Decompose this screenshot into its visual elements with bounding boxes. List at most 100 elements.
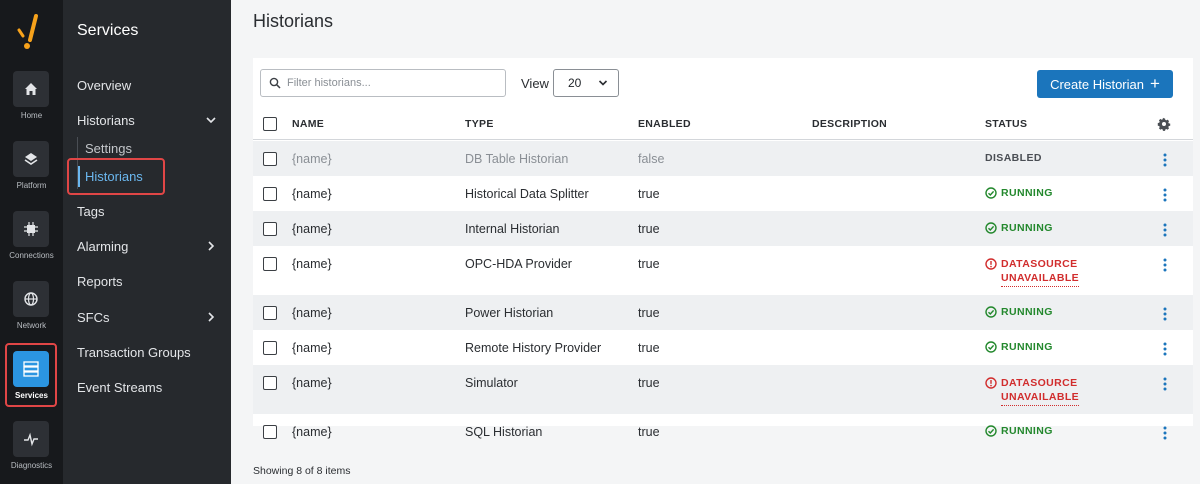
status-text-line: UNAVAILABLE [1001,272,1080,284]
nav-item-historians[interactable]: Historians [77,110,217,130]
rail-item-home[interactable]: Home [0,71,63,131]
globe-icon [13,281,49,317]
cell-enabled: true [638,187,660,201]
nav-label: Overview [77,77,132,93]
cell-enabled: true [638,376,660,390]
status-text-line: RUNNING [1001,222,1053,234]
create-historian-button[interactable]: Create Historian + [1037,70,1173,98]
column-header-type[interactable]: TYPE [465,118,494,130]
logo-icon [17,14,38,49]
status-text: RUNNING [1001,341,1053,353]
check-circle-icon [985,187,997,199]
table-row[interactable]: {name} Simulator true DATASOURCE UNAVAILABLE [253,365,1193,414]
column-header-description[interactable]: DESCRIPTION [812,118,887,130]
rail-item-platform[interactable]: Platform [0,141,63,201]
table-row[interactable]: {name} DB Table Historian false DISABLED [253,141,1193,176]
status-text: DISABLED [985,152,1042,164]
main-content: Historians View 20 Create Historian + NA… [231,0,1200,484]
table-row[interactable]: {name} Remote History Provider true RUNNING [253,330,1193,365]
status-badge: RUNNING [985,341,1053,353]
cell-name: {name} [292,187,332,201]
status-text-line: DATASOURCE [1001,377,1078,389]
status-badge: RUNNING [985,306,1053,318]
nav-item-overview[interactable]: Overview [77,75,217,95]
highlight-box [67,158,165,195]
check-circle-icon [985,425,997,437]
rail-label: Connections [9,251,54,260]
row-checkbox[interactable] [263,187,277,201]
more-options-icon[interactable] [1163,223,1167,237]
nav-item-transaction-groups[interactable]: Transaction Groups [77,342,217,362]
check-circle-icon [985,306,997,318]
row-checkbox[interactable] [263,222,277,236]
cell-type: Internal Historian [465,222,560,236]
layers-icon [13,141,49,177]
cell-name: {name} [292,306,332,320]
more-options-icon[interactable] [1163,342,1167,356]
nav-item-sfcs[interactable]: SFCs [77,307,217,327]
status-badge: RUNNING [985,222,1053,234]
row-checkbox[interactable] [263,341,277,355]
more-options-icon[interactable] [1163,188,1167,202]
nav-item-alarming[interactable]: Alarming [77,236,217,256]
rail-item-connections[interactable]: Connections [0,211,63,271]
sidenav-title: Services [77,22,139,39]
cell-type: Remote History Provider [465,341,602,355]
table-row[interactable]: {name} SQL Historian true RUNNING [253,414,1193,449]
table-row[interactable]: {name} OPC-HDA Provider true DATASOURCE UNAV… [253,246,1193,295]
chevron-right-icon [208,241,215,251]
search-icon [269,77,281,89]
cell-name: {name} [292,425,332,439]
chevron-down-icon [206,117,216,124]
pulse-icon [13,421,49,457]
page-size-select[interactable]: 20 [553,69,619,97]
more-options-icon[interactable] [1163,307,1167,321]
cell-type: SQL Historian [465,425,543,439]
rail-item-network[interactable]: Network [0,281,63,341]
filter-input[interactable] [287,77,497,89]
status-text-line: UNAVAILABLE [1001,391,1080,403]
column-header-name[interactable]: NAME [292,118,324,130]
cell-enabled: false [638,152,665,166]
table-row[interactable]: {name} Historical Data Splitter true RUNNIN… [253,176,1193,211]
table-row[interactable]: {name} Power Historian true RUNNING [253,295,1193,330]
row-checkbox[interactable] [263,306,277,320]
rail-item-diagnostics[interactable]: Diagnostics [0,421,63,481]
rail-label: Home [20,111,43,120]
nav-item-reports[interactable]: Reports [77,271,217,291]
cell-enabled: true [638,257,660,271]
nav-item-tags[interactable]: Tags [77,201,217,221]
status-text: DATASOURCE UNAVAILABLE [1001,376,1080,406]
status-text: DATASOURCE UNAVAILABLE [1001,257,1080,287]
more-options-icon[interactable] [1163,377,1167,391]
chevron-down-icon [598,80,608,86]
rail-label: Diagnostics [10,461,53,470]
row-checkbox[interactable] [263,376,277,390]
more-options-icon[interactable] [1163,426,1167,440]
home-icon [13,71,49,107]
more-options-icon[interactable] [1163,258,1167,272]
status-badge: DATASOURCE UNAVAILABLE [985,257,1080,287]
cell-name: {name} [292,257,332,271]
create-label: Create Historian [1050,76,1144,92]
column-header-enabled[interactable]: ENABLED [638,118,691,130]
services-sidenav: Services Overview Historians Settings Hi… [63,0,231,484]
status-text: RUNNING [1001,187,1053,199]
check-circle-icon [985,341,997,353]
more-options-icon[interactable] [1163,153,1167,167]
row-checkbox[interactable] [263,425,277,439]
icon-rail: Home Platform Connections Network Servic… [0,0,63,484]
row-checkbox[interactable] [263,152,277,166]
filter-field[interactable] [260,69,506,97]
row-checkbox[interactable] [263,257,277,271]
status-text-line: RUNNING [1001,187,1053,199]
table-row[interactable]: {name} Internal Historian true RUNNING [253,211,1193,246]
column-header-status[interactable]: STATUS [985,118,1027,130]
cell-enabled: true [638,425,660,439]
subnav-item-settings[interactable]: Settings [85,141,132,156]
nav-item-event-streams[interactable]: Event Streams [77,377,217,397]
select-all-checkbox[interactable] [263,117,277,131]
gear-icon[interactable] [1157,117,1171,131]
cell-name: {name} [292,152,332,166]
status-badge: RUNNING [985,187,1053,199]
